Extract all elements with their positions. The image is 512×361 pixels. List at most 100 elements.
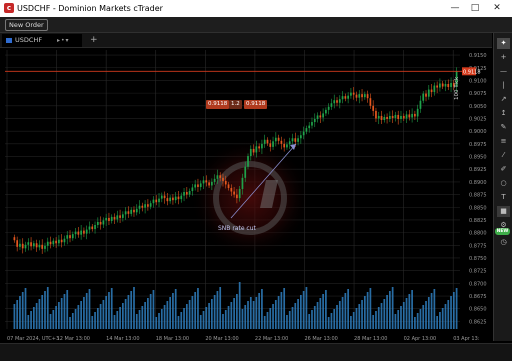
ray-tool-icon[interactable]: ↥	[497, 108, 510, 119]
candle-body	[313, 118, 316, 123]
price-chart[interactable]: 0.9150 0.9125 0.9100 0.9075 0.9050 0.9025 0.90…	[0, 48, 492, 342]
candle-body	[216, 175, 219, 179]
tab-controls-icon[interactable]: ▸•▾	[57, 34, 70, 47]
candle-body	[297, 138, 299, 142]
volume-bar	[216, 291, 219, 329]
buy-price-box[interactable]: 0.9118	[244, 100, 268, 109]
candle-body	[436, 85, 439, 88]
candle-body	[241, 177, 244, 189]
volume-bar	[155, 317, 158, 329]
volume-bar	[263, 316, 266, 329]
volume-bar	[383, 299, 386, 329]
annotation-label: SNB rate cut	[218, 225, 257, 232]
candle-body	[394, 114, 397, 118]
candle-body	[447, 83, 450, 88]
volume-bar	[294, 303, 297, 329]
volume-bar	[249, 297, 252, 329]
volume-bar	[180, 312, 183, 329]
brush-tool-icon[interactable]: ✐	[497, 164, 510, 175]
pin-label: 100 Tick	[454, 76, 460, 100]
add-tab-button[interactable]: +	[90, 34, 98, 46]
minimize-icon[interactable]: —	[448, 2, 462, 14]
volume-bar	[305, 287, 308, 329]
volume-bar	[152, 290, 155, 329]
candle-body	[272, 141, 274, 147]
sell-price-box[interactable]: 0.9118	[206, 100, 230, 109]
candle-body	[163, 195, 166, 199]
tab-symbol: USDCHF	[15, 36, 43, 44]
crosshair-tool-icon[interactable]: +	[497, 52, 510, 63]
candle-body	[408, 114, 411, 118]
y-tick-label: 0.9000	[469, 129, 487, 135]
volume-bar	[113, 315, 116, 329]
pen-tool-icon[interactable]: ✎	[497, 122, 510, 133]
volume-bar	[316, 302, 319, 329]
volume-bar	[241, 309, 244, 329]
volume-bar	[55, 306, 57, 329]
volume-bar	[391, 287, 394, 329]
y-tick-label: 0.8950	[469, 155, 487, 161]
current-price-label: 0.9118	[463, 69, 481, 75]
volume-bar	[158, 313, 160, 329]
candle-body	[391, 115, 394, 118]
candlestick-chart[interactable]: 0.91500.91250.91000.90750.90500.90250.90…	[0, 48, 492, 342]
volume-bar	[96, 308, 99, 329]
volume-bar	[439, 312, 441, 329]
candle-body	[208, 182, 210, 186]
candle-body	[280, 140, 283, 144]
volume-bar	[110, 288, 113, 329]
trend-line-tool-icon[interactable]: ↗	[497, 94, 510, 105]
candle-body	[158, 198, 160, 203]
maximize-icon[interactable]: □	[468, 2, 482, 14]
candle-body	[333, 100, 336, 104]
volume-bar	[361, 300, 363, 329]
candle-body	[147, 204, 149, 207]
volume-bar	[238, 282, 241, 329]
y-tick-label: 0.9150	[469, 53, 487, 59]
volume-bar	[21, 292, 24, 329]
close-icon[interactable]: ✕	[490, 2, 504, 14]
volume-bar	[197, 288, 199, 329]
ellipse-tool-icon[interactable]: ○	[497, 178, 510, 189]
candle-body	[152, 199, 155, 204]
candle-body	[263, 139, 266, 144]
candle-body	[183, 192, 185, 196]
volume-bar	[102, 300, 105, 329]
candle-body	[41, 244, 44, 249]
horizontal-line-tool-icon[interactable]: —	[497, 66, 510, 77]
candle-body	[210, 181, 213, 186]
candle-body	[375, 110, 377, 119]
volume-bar	[338, 301, 341, 329]
text-tool-icon[interactable]: T	[497, 192, 510, 203]
candle-body	[450, 82, 452, 88]
volume-bar	[452, 292, 455, 329]
candle-body	[85, 229, 88, 234]
fibonacci-tool-icon[interactable]: ≡	[497, 136, 510, 147]
volume-bar	[60, 298, 63, 329]
candle-body	[286, 144, 288, 148]
volume-bar	[94, 312, 96, 329]
volume-bar	[269, 308, 272, 329]
candle-body	[363, 94, 366, 98]
main-toolbar: New Order	[0, 17, 512, 33]
new-order-button[interactable]: New Order	[5, 19, 48, 31]
candle-body	[35, 243, 38, 248]
vertical-line-tool-icon[interactable]: |	[497, 80, 510, 91]
candle-body	[316, 115, 319, 119]
rectangle-tool-icon[interactable]: ■	[497, 206, 510, 217]
cursor-tool-icon[interactable]: ✦	[497, 38, 510, 49]
candle-body	[69, 235, 71, 239]
candle-body	[99, 221, 102, 225]
candle-body	[347, 95, 350, 99]
candle-body	[355, 94, 358, 98]
clock-icon[interactable]: ◷	[497, 237, 510, 248]
y-tick-label: 0.9025	[469, 116, 487, 122]
candle-body	[247, 156, 249, 167]
candle-body	[96, 221, 99, 226]
volume-bar	[210, 299, 213, 329]
candle-body	[430, 89, 433, 93]
chart-tab-bar: USDCHF ▸•▾ +	[0, 33, 492, 48]
channel-tool-icon[interactable]: ⁄	[497, 150, 510, 161]
tab-usdchf[interactable]: USDCHF ▸•▾	[2, 34, 82, 47]
candle-body	[166, 198, 169, 202]
